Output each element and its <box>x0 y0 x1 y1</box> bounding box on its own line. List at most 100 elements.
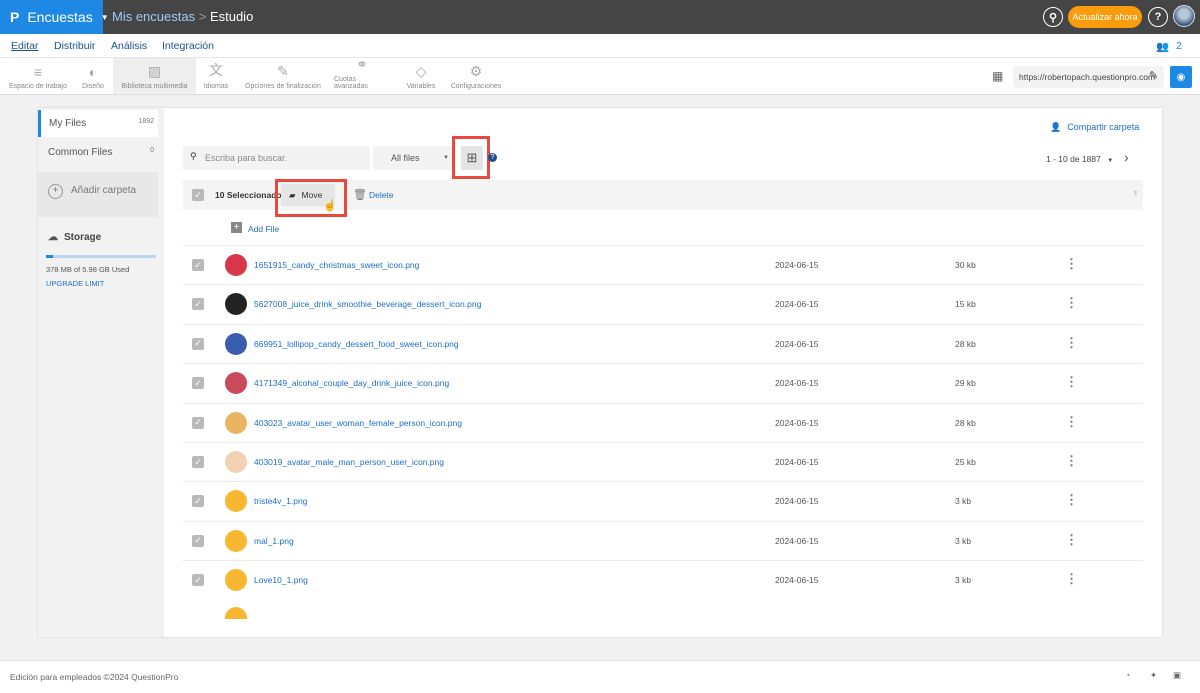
pagination[interactable]: 1 - 10 de 1887 ▼ <box>1046 154 1113 164</box>
row-checkbox[interactable]: ✓ <box>192 574 204 587</box>
survey-url-field[interactable]: https://robertopach.questionpro.com <box>1013 66 1164 88</box>
file-name-link[interactable]: mal_1.png <box>254 536 294 546</box>
file-size: 3 kb <box>955 496 972 507</box>
search-icon[interactable]: ⚲ <box>1043 7 1063 27</box>
row-checkbox[interactable]: ✓ <box>192 377 204 390</box>
more-options-icon[interactable]: ⋮ <box>1065 571 1078 587</box>
help-icon[interactable]: ? <box>1148 7 1168 27</box>
row-checkbox[interactable]: ✓ <box>192 495 204 508</box>
file-name-link[interactable]: 669951_lollipop_candy_dessert_food_sweet… <box>254 339 459 349</box>
tool-design[interactable]: ◐ Diseño <box>74 58 112 94</box>
file-thumbnail <box>225 332 247 355</box>
table-row[interactable]: ✓ 5627008_juice_drink_smoothie_beverage_… <box>183 284 1143 323</box>
more-options-icon[interactable]: ⋮ <box>1065 492 1078 508</box>
table-row[interactable]: ✓ 4171349_alcohal_couple_day_drink_juice… <box>183 363 1143 402</box>
tool-quotas[interactable]: ⚭ Cuotas avanzadas <box>334 56 390 94</box>
tab-analisis[interactable]: Análisis <box>111 40 147 52</box>
row-checkbox[interactable]: ✓ <box>192 534 204 547</box>
preview-eye-icon[interactable]: ◉ <box>1170 66 1192 88</box>
table-row[interactable]: ✓ 403019_avatar_male_man_person_user_ico… <box>183 442 1143 481</box>
upgrade-button[interactable]: Actualizar ahora <box>1068 6 1142 28</box>
file-date: 2024-06-15 <box>775 299 819 310</box>
table-row[interactable]: ✓ 669951_lollipop_candy_dessert_food_swe… <box>183 323 1143 363</box>
tab-editar[interactable]: Editar <box>11 40 38 52</box>
delete-button[interactable]: Delete <box>369 190 394 200</box>
storage-section: ☁ Storage <box>38 232 158 243</box>
add-folder-button[interactable]: + Añadir carpeta <box>38 172 158 217</box>
grid-view-icon[interactable]: ⊞ <box>461 146 483 170</box>
next-page-icon[interactable]: › <box>1124 149 1129 165</box>
row-checkbox[interactable]: ✓ <box>192 416 204 429</box>
folder-count: 1892 <box>138 118 154 125</box>
file-thumbnail <box>225 451 247 473</box>
add-file-icon[interactable]: + <box>231 222 242 233</box>
more-options-icon[interactable]: ⋮ <box>1065 532 1078 548</box>
sparkle-icon[interactable]: ✦ <box>1150 670 1157 681</box>
wand-icon: ✎ <box>277 63 289 79</box>
file-name-link[interactable]: 4171349_alcohal_couple_day_drink_juice_i… <box>254 378 449 388</box>
file-date: 2024-06-15 <box>775 535 819 546</box>
upgrade-limit-link[interactable]: UPGRADE LIMIT <box>46 279 104 288</box>
more-options-icon[interactable]: ⋮ <box>1065 414 1078 430</box>
file-size: 3 kb <box>955 535 972 546</box>
tool-settings[interactable]: ⚙ Configuraciones <box>450 58 502 94</box>
file-name-link[interactable]: 403023_avatar_user_woman_female_person_i… <box>254 418 462 428</box>
folder-move-icon: ▰ <box>289 190 296 200</box>
hand-cursor-icon: ☝ <box>323 200 337 212</box>
more-options-icon[interactable]: ⋮ <box>1065 335 1078 351</box>
trash-icon[interactable]: 🗑 <box>353 188 367 201</box>
breadcrumb-parent[interactable]: Mis encuestas <box>112 9 195 24</box>
folder-common-files[interactable]: Common Files 0 <box>38 147 158 158</box>
file-thumbnail <box>225 411 247 434</box>
row-checkbox[interactable]: ✓ <box>192 298 204 311</box>
collaborators-icon[interactable]: 👥 <box>1156 40 1169 53</box>
table-row[interactable]: ✓ Love10_1.png 2024-06-15 3 kb ⋮ <box>183 560 1143 599</box>
table-row[interactable]: ✓ 1651915_candy_christmas_sweet_icon.png… <box>183 245 1143 284</box>
tool-workspace[interactable]: ≡ Espacio de trabajo <box>6 58 70 94</box>
tool-variables[interactable]: ◇ Variables <box>403 58 439 94</box>
file-name-link[interactable]: Love10_1.png <box>254 575 308 585</box>
tool-languages[interactable]: 文 Idiomas <box>199 58 233 94</box>
caret-down-icon: ▼ <box>1107 158 1114 164</box>
file-date: 2024-06-15 <box>775 575 819 586</box>
speedometer-icon[interactable]: ◔ <box>1125 670 1130 680</box>
file-thumbnail <box>225 293 247 316</box>
tool-label: Idiomas <box>203 83 229 90</box>
more-options-icon[interactable]: ⋮ <box>1065 453 1078 469</box>
file-date: 2024-06-15 <box>775 260 819 270</box>
chat-icon[interactable]: ▣ <box>1173 670 1181 681</box>
table-row[interactable]: ✓ triste4v_1.png 2024-06-15 3 kb ⋮ <box>183 481 1143 520</box>
sort-icon[interactable]: ⇕ <box>1133 190 1138 197</box>
app-switcher[interactable]: P Encuestas ▼ <box>0 0 109 34</box>
file-type-filter[interactable]: All files ▼ <box>373 146 453 170</box>
edit-pencil-icon[interactable]: ✎ <box>1149 69 1158 82</box>
tab-integracion[interactable]: Integración <box>162 40 214 52</box>
footer: Edición para empleados ©2024 QuestionPro… <box>0 660 1200 693</box>
qr-code-icon[interactable]: ▦ <box>992 69 1003 83</box>
cloud-icon: ☁ <box>48 232 58 243</box>
file-name-link[interactable]: 5627008_juice_drink_smoothie_beverage_de… <box>254 299 481 309</box>
tool-label: Diseño <box>82 83 104 90</box>
tool-media-library[interactable]: ▨ Biblioteca multimedia <box>113 58 196 94</box>
table-row[interactable]: ✓ 403023_avatar_user_woman_female_person… <box>183 402 1143 442</box>
file-size: 28 kb <box>955 417 976 428</box>
more-options-icon[interactable]: ⋮ <box>1065 256 1078 272</box>
file-name-link[interactable]: 403019_avatar_male_man_person_user_icon.… <box>254 457 444 467</box>
row-checkbox[interactable]: ✓ <box>192 337 204 350</box>
more-options-icon[interactable]: ⋮ <box>1065 295 1078 311</box>
row-checkbox[interactable]: ✓ <box>192 456 204 468</box>
tool-finish-options[interactable]: ✎ Opciones de finalización <box>244 58 322 94</box>
select-all-checkbox[interactable]: ✓ <box>192 189 204 201</box>
more-options-icon[interactable]: ⋮ <box>1065 374 1078 390</box>
file-name-link[interactable]: 1651915_candy_christmas_sweet_icon.png <box>254 260 419 270</box>
folder-my-files[interactable]: My Files 1892 <box>38 110 158 137</box>
search-input[interactable]: ⚲ Escriba para buscar. <box>183 146 370 170</box>
row-checkbox[interactable]: ✓ <box>192 259 204 271</box>
table-row[interactable]: ✓ mal_1.png 2024-06-15 3 kb ⋮ <box>183 520 1143 560</box>
tab-distribuir[interactable]: Distribuir <box>54 40 95 52</box>
share-folder-button[interactable]: 👤 Compartir carpeta <box>1050 122 1139 133</box>
add-file-button[interactable]: Add File <box>248 224 279 234</box>
file-name-link[interactable]: triste4v_1.png <box>254 496 307 506</box>
help-icon[interactable]: ? <box>488 153 497 162</box>
avatar[interactable] <box>1173 5 1195 27</box>
